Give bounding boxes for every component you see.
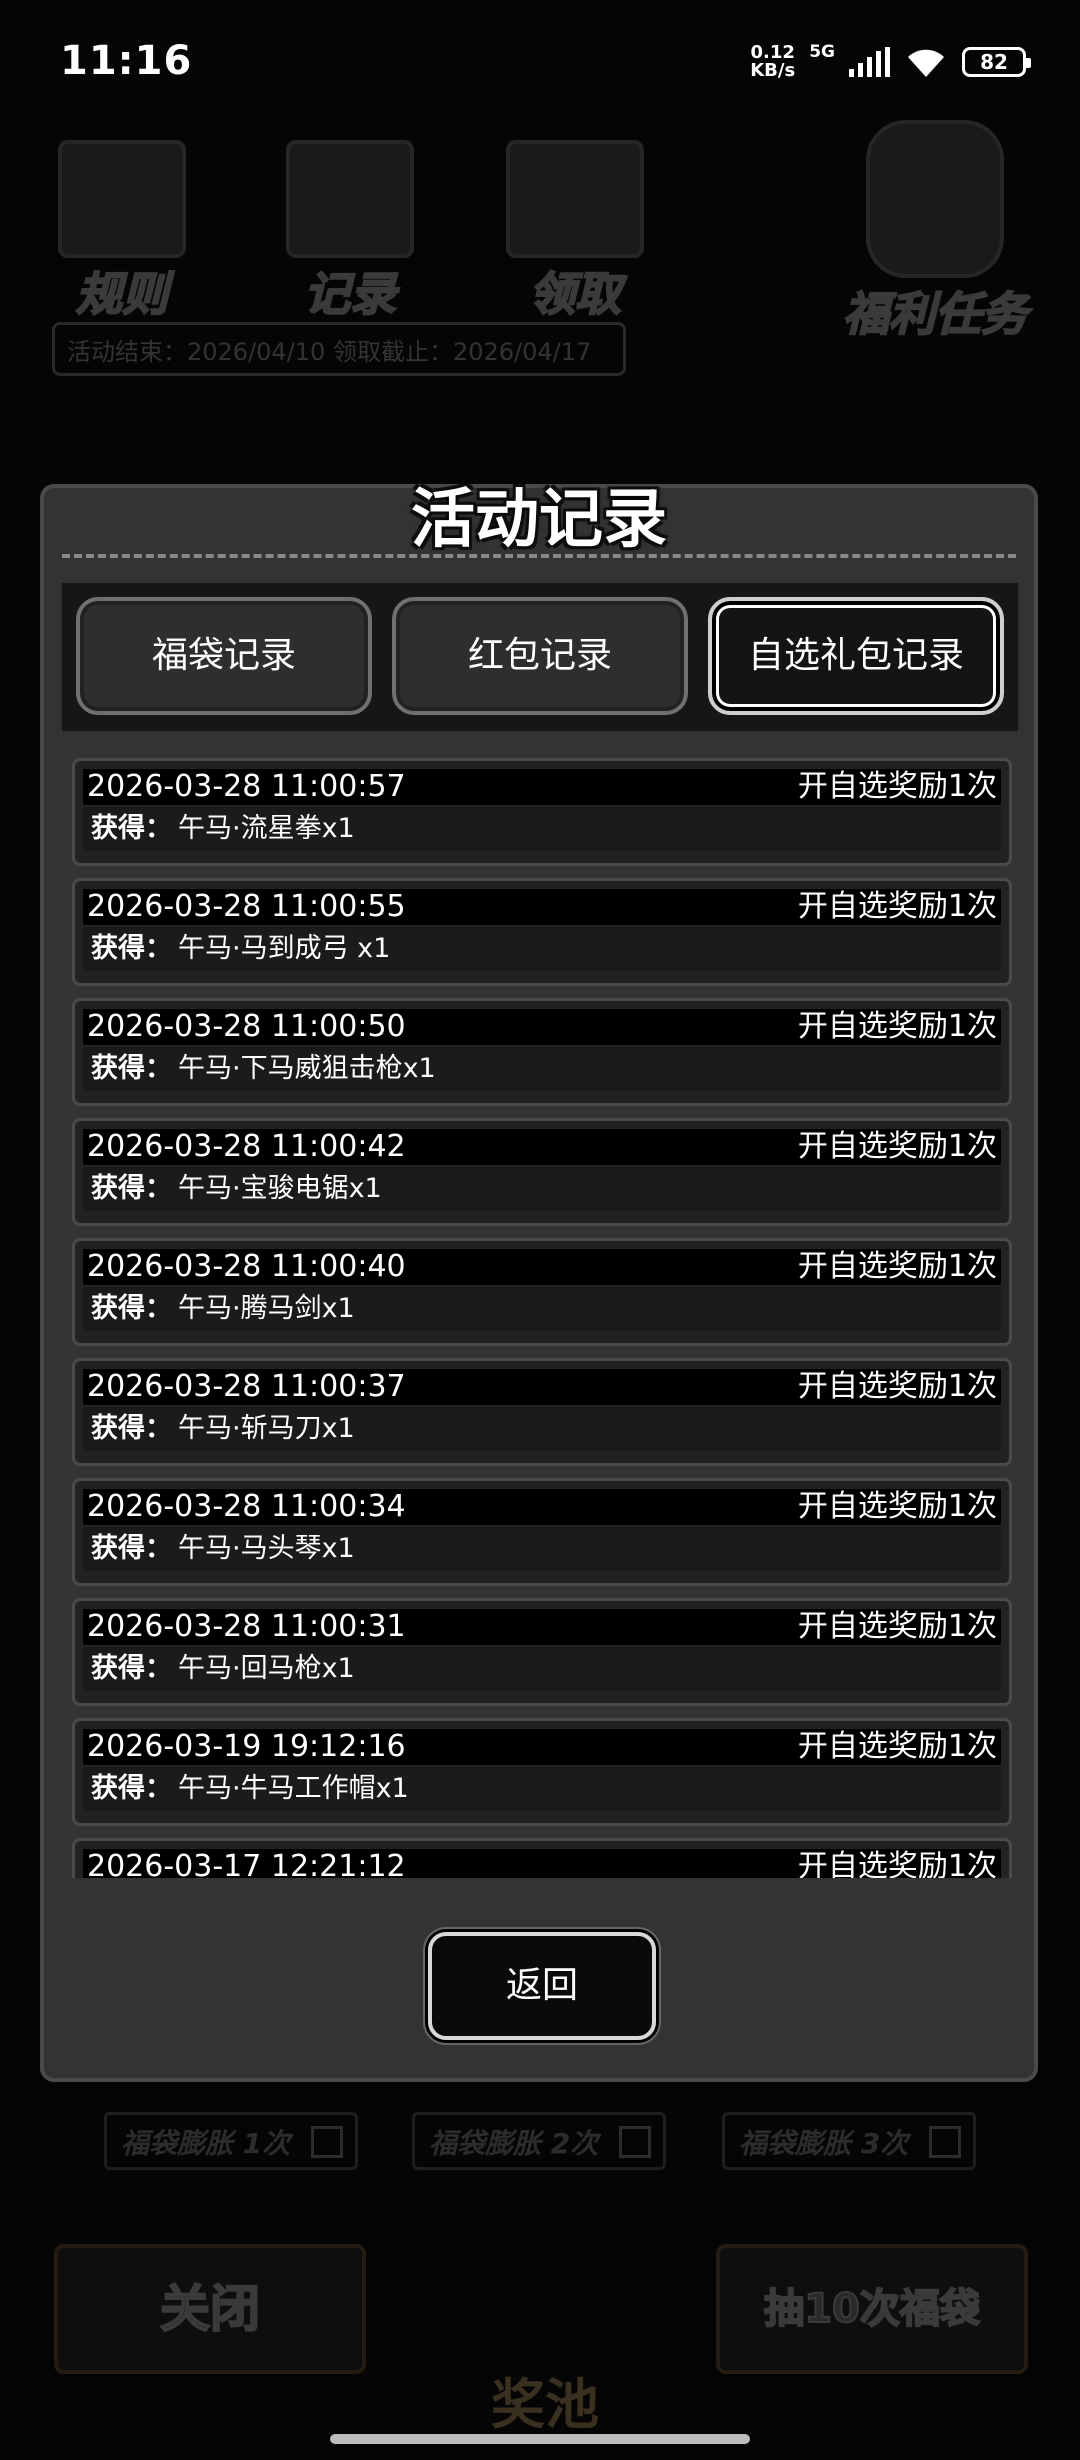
record-prefix: 获得： [91,1293,172,1324]
battery-level: 82 [980,50,1008,74]
status-bar: 11:16 0.12 KB/s 5G 82 [0,0,1080,130]
record-type: 开自选奖励1次 [797,889,997,924]
record-type: 开自选奖励1次 [797,1009,997,1044]
record-tabs: 福袋记录 红包记录 自选礼包记录 [62,583,1018,731]
record-date: 2026-03-28 11:00:34 [87,1489,406,1524]
record-prefix: 获得： [91,1053,172,1084]
record-row: 2026-03-28 11:00:37 开自选奖励1次 获得： 午马·斩马刀x1 [72,1358,1012,1466]
rules-book-icon: 规则 [52,140,192,324]
record-date: 2026-03-19 19:12:16 [87,1729,406,1764]
dialog-title: 活动记录 [411,483,667,557]
record-type: 开自选奖励1次 [797,1489,997,1524]
network-speed: 0.12 KB/s [750,44,795,80]
expand-option-1-label: 福袋膨胀 1次 [121,2127,291,2160]
record-item: 午马·下马威狙击枪x1 [178,1053,436,1084]
battery-icon: 82 [962,47,1031,77]
record-item: 午马·宝骏电锯x1 [178,1173,382,1204]
record-item: 午马·腾马剑x1 [178,1293,355,1324]
record-type: 开自选奖励1次 [797,1609,997,1644]
record-row: 2026-03-28 11:00:50 开自选奖励1次 获得： 午马·下马威狙击枪x… [72,998,1012,1106]
expand-option-1-checkbox [311,2126,343,2158]
tab-red-packet-record[interactable]: 红包记录 [392,597,688,715]
record-item: 午马·马头琴x1 [178,1533,355,1564]
record-type: 开自选奖励1次 [797,1729,997,1764]
network-speed-unit: KB/s [750,60,796,81]
tab-custom-gift-record[interactable]: 自选礼包记录 [708,597,1004,715]
record-item: 午马·斩马刀x1 [178,1413,355,1444]
record-type: 开自选奖励1次 [797,1129,997,1164]
title-divider [62,554,1016,558]
record-row: 2026-03-28 11:00:34 开自选奖励1次 获得： 午马·马头琴x1 [72,1478,1012,1586]
claim-label: 领取 [528,266,622,322]
prize-pool-label: 奖池 [491,2373,599,2436]
status-time: 11:16 [60,38,193,84]
expand-option-3: 福袋膨胀 3次 [722,2112,976,2170]
record-item: 午马·牛马工作帽x1 [178,1773,409,1804]
expand-option-2: 福袋膨胀 2次 [412,2112,666,2170]
activity-deadline-text: 活动结束：2026/04/10 领取截止：2026/04/17 [52,322,626,376]
record-row: 2026-03-28 11:00:57 开自选奖励1次 获得： 午马·流星拳x1 [72,758,1012,866]
back-button[interactable]: 返回 [428,1932,656,2040]
record-row: 2026-03-19 19:12:16 开自选奖励1次 获得： 午马·牛马工作帽x1 [72,1718,1012,1826]
record-prefix: 获得： [91,1173,172,1204]
record-row: 2026-03-28 11:00:55 开自选奖励1次 获得： 午马·马到成弓 x1 [72,878,1012,986]
record-type: 开自选奖励1次 [797,769,997,804]
record-prefix: 获得： [91,813,172,844]
record-prefix: 获得： [91,1653,172,1684]
wifi-icon [908,49,944,77]
record-row: 2026-03-28 11:00:31 开自选奖励1次 获得： 午马·回马枪x1 [72,1598,1012,1706]
record-row: 2026-03-28 11:00:42 开自选奖励1次 获得： 午马·宝骏电锯x1 [72,1118,1012,1226]
record-date: 2026-03-28 11:00:50 [87,1009,406,1044]
close-button-bg: 关闭 [54,2244,366,2374]
claim-box-icon: 领取 [500,140,650,324]
prize-pool-icon: 奖池 [440,2240,650,2440]
activity-record-dialog: 活动记录 福袋记录 红包记录 自选礼包记录 2026-03-28 11:00:5… [40,483,1038,2082]
draw-10-button-bg: 抽10次福袋 [716,2244,1028,2374]
expand-option-1: 福袋膨胀 1次 [104,2112,358,2170]
expand-option-2-label: 福袋膨胀 2次 [429,2127,599,2160]
record-type: 开自选奖励1次 [797,1369,997,1404]
record-date: 2026-03-28 11:00:42 [87,1129,406,1164]
record-row: 2026-03-17 12:21:12 开自选奖励1次 [72,1838,1012,1878]
expand-option-3-label: 福袋膨胀 3次 [739,2127,909,2160]
record-type: 开自选奖励1次 [797,1849,997,1878]
signal-icon [849,47,890,77]
rules-label: 规则 [75,266,169,322]
record-list[interactable]: 2026-03-28 11:00:57 开自选奖励1次 获得： 午马·流星拳x1 2… [72,758,1012,1878]
record-item: 午马·马到成弓 x1 [178,933,391,964]
welfare-task-label: 福利任务 [842,286,1028,342]
record-date: 2026-03-28 11:00:57 [87,769,406,804]
record-item: 午马·流星拳x1 [178,813,355,844]
tab-lucky-bag-record[interactable]: 福袋记录 [76,597,372,715]
record-prefix: 获得： [91,933,172,964]
record-date: 2026-03-28 11:00:55 [87,889,406,924]
expand-option-2-checkbox [619,2126,651,2158]
record-type: 开自选奖励1次 [797,1249,997,1284]
record-date: 2026-03-28 11:00:37 [87,1369,406,1404]
record-date: 2026-03-17 12:21:12 [87,1849,406,1878]
record-row: 2026-03-28 11:00:40 开自选奖励1次 获得： 午马·腾马剑x1 [72,1238,1012,1346]
record-item: 午马·回马枪x1 [178,1653,355,1684]
record-date: 2026-03-28 11:00:31 [87,1609,406,1644]
record-prefix: 获得： [91,1773,172,1804]
record-date: 2026-03-28 11:00:40 [87,1249,406,1284]
welfare-task-icon: 福利任务 [835,120,1035,344]
status-indicators: 0.12 KB/s 5G 82 [750,40,1031,84]
record-label: 记录 [303,266,397,322]
home-indicator[interactable] [330,2434,750,2444]
record-prefix: 获得： [91,1413,172,1444]
record-clipboard-icon: 记录 [280,140,420,324]
expand-option-3-checkbox [929,2126,961,2158]
network-type: 5G [809,42,835,62]
record-prefix: 获得： [91,1533,172,1564]
